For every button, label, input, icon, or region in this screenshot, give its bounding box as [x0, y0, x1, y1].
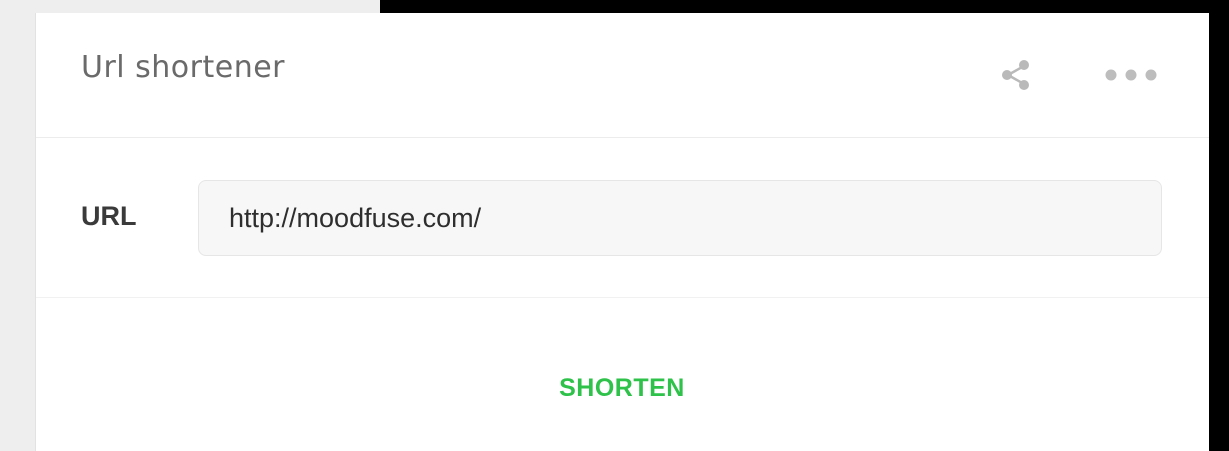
url-shortener-card: Url shortener URL SHORTEN — [35, 13, 1209, 451]
share-icon — [1002, 60, 1029, 90]
shorten-button[interactable]: SHORTEN — [504, 343, 740, 433]
url-label: URL — [81, 201, 137, 231]
card-footer: SHORTEN — [36, 298, 1209, 451]
card-body: URL — [36, 138, 1209, 298]
share-button[interactable] — [991, 53, 1041, 97]
card-title: Url shortener — [81, 50, 286, 85]
more-options-button[interactable] — [1096, 53, 1166, 97]
card-header: Url shortener — [36, 13, 1209, 138]
more-horizontal-icon — [1105, 69, 1157, 81]
url-input[interactable] — [198, 180, 1162, 256]
